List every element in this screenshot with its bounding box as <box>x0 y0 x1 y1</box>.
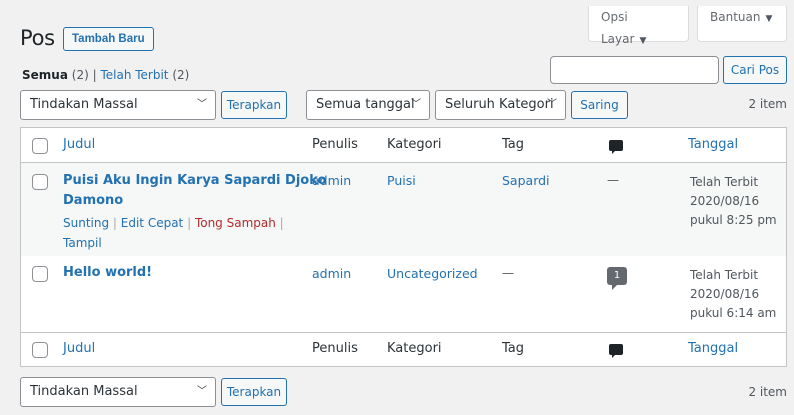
filter-button[interactable]: Saring <box>571 91 628 119</box>
column-tags-header: Tag <box>502 137 525 152</box>
chevron-down-icon: ﹀ <box>197 99 207 110</box>
column-date-header[interactable]: Tanggal <box>688 137 738 152</box>
row-checkbox[interactable] <box>32 266 48 282</box>
author-link[interactable]: admin <box>312 173 351 188</box>
post-status: Telah Terbit <box>690 268 759 282</box>
table-header-row: Judul Penulis Kategori Tag Tanggal <box>21 128 786 163</box>
search-input[interactable] <box>550 56 719 84</box>
view-link[interactable]: Tampil <box>63 236 102 250</box>
view-published-link[interactable]: Telah Terbit <box>100 68 168 82</box>
column-date-footer[interactable]: Tanggal <box>688 341 738 356</box>
chevron-down-icon: ﹀ <box>547 99 557 110</box>
chevron-down-icon: ﹀ <box>411 99 421 110</box>
column-tags-footer: Tag <box>502 341 525 356</box>
row-checkbox[interactable] <box>32 174 48 190</box>
category-link[interactable]: Uncategorized <box>387 266 478 281</box>
category-link[interactable]: Puisi <box>387 173 416 188</box>
view-all-link[interactable]: Semua <box>22 68 68 82</box>
add-new-post-button[interactable]: Tambah Baru <box>63 27 154 51</box>
post-title-line: Puisi Aku Ingin Karya Sapardi Djoko <box>63 173 327 188</box>
column-author-footer: Penulis <box>312 341 358 356</box>
column-title-footer[interactable]: Judul <box>63 341 95 356</box>
view-all-count: (2) <box>71 68 89 82</box>
post-time: pukul 6:14 am <box>690 306 777 320</box>
help-tab[interactable]: Bantuan ▼ <box>697 6 787 42</box>
post-status: Telah Terbit <box>690 175 759 189</box>
select-all-checkbox[interactable] <box>32 138 48 154</box>
items-count-bottom: 2 item <box>748 385 787 399</box>
comment-icon[interactable] <box>609 344 623 358</box>
comments-none: — <box>607 173 619 187</box>
trash-link[interactable]: Tong Sampah <box>195 216 276 230</box>
search-posts-button[interactable]: Cari Pos <box>723 56 787 84</box>
bulk-action-value: Tindakan Massal <box>30 97 138 112</box>
view-published-count: (2) <box>172 68 190 82</box>
view-separator: | <box>92 68 97 82</box>
category-filter-select[interactable]: Seluruh Kategori ﹀ <box>435 90 566 120</box>
table-row: Hello world! admin Uncategorized — 1 Tel… <box>21 256 786 332</box>
table-row: Puisi Aku Ingin Karya Sapardi Djoko Damo… <box>21 163 786 256</box>
apply-button[interactable]: Terapkan <box>221 91 287 119</box>
help-label: Bantuan <box>710 10 761 24</box>
tag-none: — <box>502 266 514 280</box>
category-filter-value: Seluruh Kategori <box>445 97 554 112</box>
table-footer-row: Judul Penulis Kategori Tag Tanggal <box>21 332 786 367</box>
screen-options-tab[interactable]: Opsi Layar ▼ <box>588 6 689 46</box>
date-filter-value: Semua tanggal <box>316 97 415 112</box>
row-actions: Sunting | Edit Cepat | Tong Sampah | Tam… <box>63 216 284 250</box>
bulk-action-select-bottom[interactable]: Tindakan Massal ﹀ <box>20 377 216 407</box>
date-filter-select[interactable]: Semua tanggal ﹀ <box>306 90 430 120</box>
bulk-action-value: Tindakan Massal <box>30 384 138 399</box>
date-cell: Telah Terbit 2020/08/16 pukul 6:14 am <box>690 266 776 323</box>
items-count: 2 item <box>748 97 787 111</box>
triangle-down-icon: ▼ <box>639 36 647 46</box>
quick-edit-link[interactable]: Edit Cepat <box>121 216 184 230</box>
post-title-link[interactable]: Puisi Aku Ingin Karya Sapardi Djoko Damo… <box>63 171 326 211</box>
column-categories-footer: Kategori <box>387 341 442 356</box>
post-title-link[interactable]: Hello world! <box>63 263 152 283</box>
comment-icon[interactable] <box>609 140 623 154</box>
edit-link[interactable]: Sunting <box>63 216 109 230</box>
bulk-action-select[interactable]: Tindakan Massal ﹀ <box>20 90 216 120</box>
comment-count-bubble[interactable]: 1 <box>607 267 627 290</box>
post-status-views: Semua (2) | Telah Terbit (2) <box>22 68 189 82</box>
column-categories-header: Kategori <box>387 137 442 152</box>
column-author-header: Penulis <box>312 137 358 152</box>
post-date: 2020/08/16 <box>690 287 760 301</box>
post-date: 2020/08/16 <box>690 194 760 208</box>
triangle-down-icon: ▼ <box>765 14 773 24</box>
date-cell: Telah Terbit 2020/08/16 pukul 8:25 pm <box>690 173 777 230</box>
post-time: pukul 8:25 pm <box>690 213 777 227</box>
screen-options-label: Opsi Layar <box>601 10 635 46</box>
chevron-down-icon: ﹀ <box>197 386 207 397</box>
author-link[interactable]: admin <box>312 266 351 281</box>
posts-table: Judul Penulis Kategori Tag Tanggal Puisi… <box>20 127 787 367</box>
select-all-checkbox[interactable] <box>32 342 48 358</box>
column-title-header[interactable]: Judul <box>63 137 95 152</box>
apply-button-bottom[interactable]: Terapkan <box>221 378 287 406</box>
tag-link[interactable]: Sapardi <box>502 173 550 188</box>
page-title: Pos <box>20 26 55 50</box>
post-title-line: Damono <box>63 193 124 208</box>
